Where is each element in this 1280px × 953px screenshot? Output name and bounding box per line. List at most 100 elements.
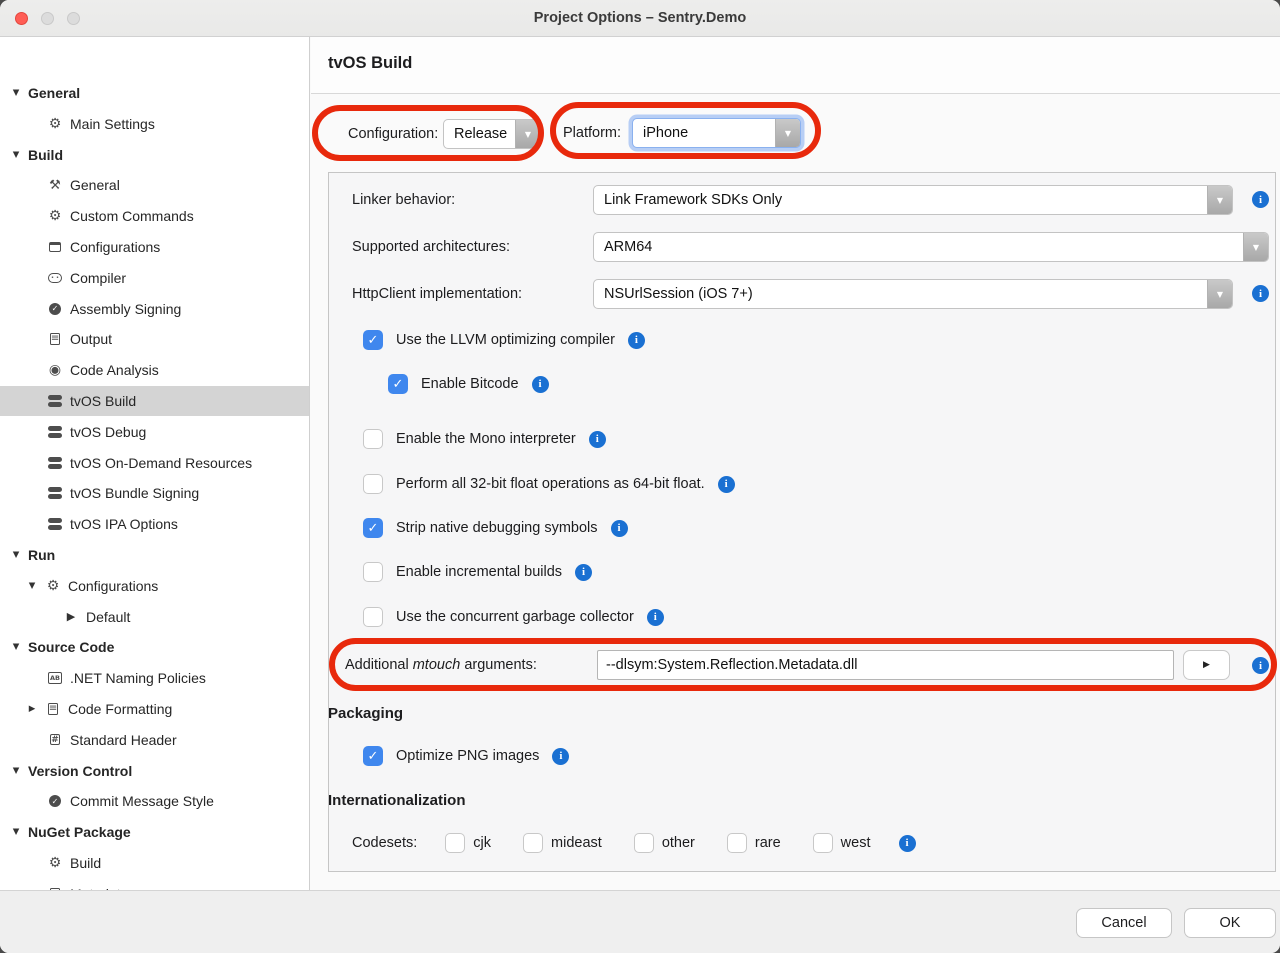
- mtouch-arguments-expand-button[interactable]: [1183, 650, 1230, 680]
- linker-behavior-select[interactable]: Link Framework SDKs Only: [593, 185, 1233, 215]
- sidebar-item-code-formatting[interactable]: ▶Code Formatting: [0, 694, 309, 724]
- disclosure-down-icon[interactable]: ▼: [10, 550, 22, 560]
- enable-incremental-builds-checkbox[interactable]: [363, 562, 383, 582]
- window-title: Project Options – Sentry.Demo: [0, 0, 1280, 37]
- mtouch-label-prefix: Additional: [345, 657, 409, 673]
- codeset-mideast-checkbox[interactable]: [523, 833, 543, 853]
- info-icon[interactable]: [611, 520, 628, 537]
- sidebar-item-standard-header[interactable]: Standard Header: [0, 725, 309, 755]
- configuration-label: Configuration:: [348, 119, 438, 149]
- codeset-west-checkbox[interactable]: [813, 833, 833, 853]
- sidebar-item-nuget-package[interactable]: ▼NuGet Package: [0, 817, 309, 847]
- info-icon[interactable]: [552, 748, 569, 765]
- mtouch-arguments-input[interactable]: --dlsym:System.Reflection.Metadata.dll: [597, 650, 1174, 680]
- ab-icon: [46, 670, 64, 686]
- sidebar-item-tvos-ipa-options[interactable]: tvOS IPA Options: [0, 509, 309, 539]
- info-icon[interactable]: [718, 476, 735, 493]
- internationalization-header: Internationalization: [328, 792, 466, 809]
- info-icon[interactable]: [1252, 285, 1269, 302]
- disclosure-down-icon[interactable]: ▼: [10, 827, 22, 837]
- close-window-icon[interactable]: [15, 12, 28, 25]
- use-the-llvm-optimizing-compiler-checkbox[interactable]: [363, 330, 383, 350]
- sidebar-item-tvos-build[interactable]: tvOS Build: [0, 386, 309, 416]
- chevron-down-icon[interactable]: [1207, 280, 1232, 308]
- enable-the-mono-interpreter-option: Enable the Mono interpreter: [363, 429, 606, 449]
- option-label: Enable the Mono interpreter: [396, 431, 576, 447]
- tv-icon: [46, 455, 64, 471]
- sidebar-item-configurations[interactable]: ▼Configurations: [0, 571, 309, 601]
- code-format-icon: [44, 701, 62, 717]
- codeset-cjk-checkbox[interactable]: [445, 833, 465, 853]
- mtouch-arguments-label: Additional mtouch arguments:: [345, 650, 537, 680]
- sidebar-item-build[interactable]: ▼Build: [0, 140, 309, 170]
- sidebar-item-commit-message-style[interactable]: Commit Message Style: [0, 786, 309, 816]
- disclosure-right-icon[interactable]: ▶: [26, 704, 38, 714]
- sidebar-item-main-settings[interactable]: Main Settings: [0, 109, 309, 139]
- info-icon[interactable]: [1252, 657, 1269, 674]
- sidebar-item-code-analysis[interactable]: Code Analysis: [0, 355, 309, 385]
- option-label: Enable Bitcode: [421, 376, 519, 392]
- sidebar-item-net-naming-policies[interactable]: .NET Naming Policies: [0, 663, 309, 693]
- sidebar-item-version-control[interactable]: ▼Version Control: [0, 756, 309, 786]
- use-the-concurrent-garbage-collector-checkbox[interactable]: [363, 607, 383, 627]
- chevron-down-icon[interactable]: [775, 119, 800, 147]
- strip-native-debugging-symbols-option: Strip native debugging symbols: [363, 518, 628, 538]
- sidebar-item-tvos-debug[interactable]: tvOS Debug: [0, 417, 309, 447]
- chevron-down-icon[interactable]: [515, 120, 540, 148]
- minimize-window-icon[interactable]: [41, 12, 54, 25]
- platform-select-value: iPhone: [633, 119, 775, 147]
- sidebar-item-assembly-signing[interactable]: Assembly Signing: [0, 294, 309, 324]
- info-icon[interactable]: [1252, 191, 1269, 208]
- disclosure-down-icon[interactable]: ▼: [10, 766, 22, 776]
- perform-all-32-bit-float-operations-as-64-bit-float-checkbox[interactable]: [363, 474, 383, 494]
- disclosure-down-icon[interactable]: ▼: [10, 88, 22, 98]
- sidebar-nav: ▼GeneralMain Settings▼BuildGeneralCustom…: [0, 37, 310, 890]
- supported-architectures-select[interactable]: ARM64: [593, 232, 1269, 262]
- sidebar-item-tvos-on-demand-resources[interactable]: tvOS On-Demand Resources: [0, 448, 309, 478]
- page-title: tvOS Build: [328, 54, 412, 73]
- codeset-other-checkbox[interactable]: [634, 833, 654, 853]
- cancel-button[interactable]: Cancel: [1076, 908, 1172, 938]
- sidebar-item-default[interactable]: Default: [0, 602, 309, 632]
- codesets-list: cjkmideastotherrarewest: [445, 833, 870, 853]
- select-value: ARM64: [594, 233, 1243, 261]
- sidebar-item-configurations[interactable]: Configurations: [0, 232, 309, 262]
- chevron-down-icon[interactable]: [1207, 186, 1232, 214]
- sidebar-item-tvos-bundle-signing[interactable]: tvOS Bundle Signing: [0, 478, 309, 508]
- sidebar-item-output[interactable]: Output: [0, 324, 309, 354]
- zoom-window-icon[interactable]: [67, 12, 80, 25]
- httpclient-implementation-select[interactable]: NSUrlSession (iOS 7+): [593, 279, 1233, 309]
- codeset-label: mideast: [551, 835, 602, 851]
- disclosure-down-icon[interactable]: ▼: [10, 150, 22, 160]
- option-label: Use the LLVM optimizing compiler: [396, 332, 615, 348]
- chevron-down-icon[interactable]: [1243, 233, 1268, 261]
- disclosure-down-icon[interactable]: ▼: [26, 581, 38, 591]
- disclosure-down-icon[interactable]: ▼: [10, 642, 22, 652]
- sidebar-item-label: tvOS Debug: [70, 424, 146, 440]
- configuration-select[interactable]: Release: [443, 119, 541, 149]
- optimize-png-checkbox[interactable]: [363, 746, 383, 766]
- sidebar-item-custom-commands[interactable]: Custom Commands: [0, 201, 309, 231]
- info-icon[interactable]: [647, 609, 664, 626]
- sidebar-item-general[interactable]: General: [0, 170, 309, 200]
- codeset-rare-checkbox[interactable]: [727, 833, 747, 853]
- enable-bitcode-checkbox[interactable]: [388, 374, 408, 394]
- sidebar-item-run[interactable]: ▼Run: [0, 540, 309, 570]
- sidebar-item-label: Assembly Signing: [70, 301, 181, 317]
- sidebar-item-build[interactable]: Build: [0, 848, 309, 878]
- info-icon[interactable]: [628, 332, 645, 349]
- enable-the-mono-interpreter-checkbox[interactable]: [363, 429, 383, 449]
- strip-native-debugging-symbols-checkbox[interactable]: [363, 518, 383, 538]
- info-icon[interactable]: [575, 564, 592, 581]
- sidebar-item-metadata[interactable]: Metadata: [0, 879, 309, 890]
- platform-select[interactable]: iPhone: [632, 118, 801, 148]
- ok-button[interactable]: OK: [1184, 908, 1276, 938]
- gear-icon: [46, 116, 64, 132]
- sidebar-item-general[interactable]: ▼General: [0, 78, 309, 108]
- info-icon[interactable]: [589, 431, 606, 448]
- sidebar-item-source-code[interactable]: ▼Source Code: [0, 632, 309, 662]
- info-icon[interactable]: [899, 835, 916, 852]
- info-icon[interactable]: [532, 376, 549, 393]
- sidebar-item-compiler[interactable]: Compiler: [0, 263, 309, 293]
- project-options-window: Project Options – Sentry.Demo ▼GeneralMa…: [0, 0, 1280, 953]
